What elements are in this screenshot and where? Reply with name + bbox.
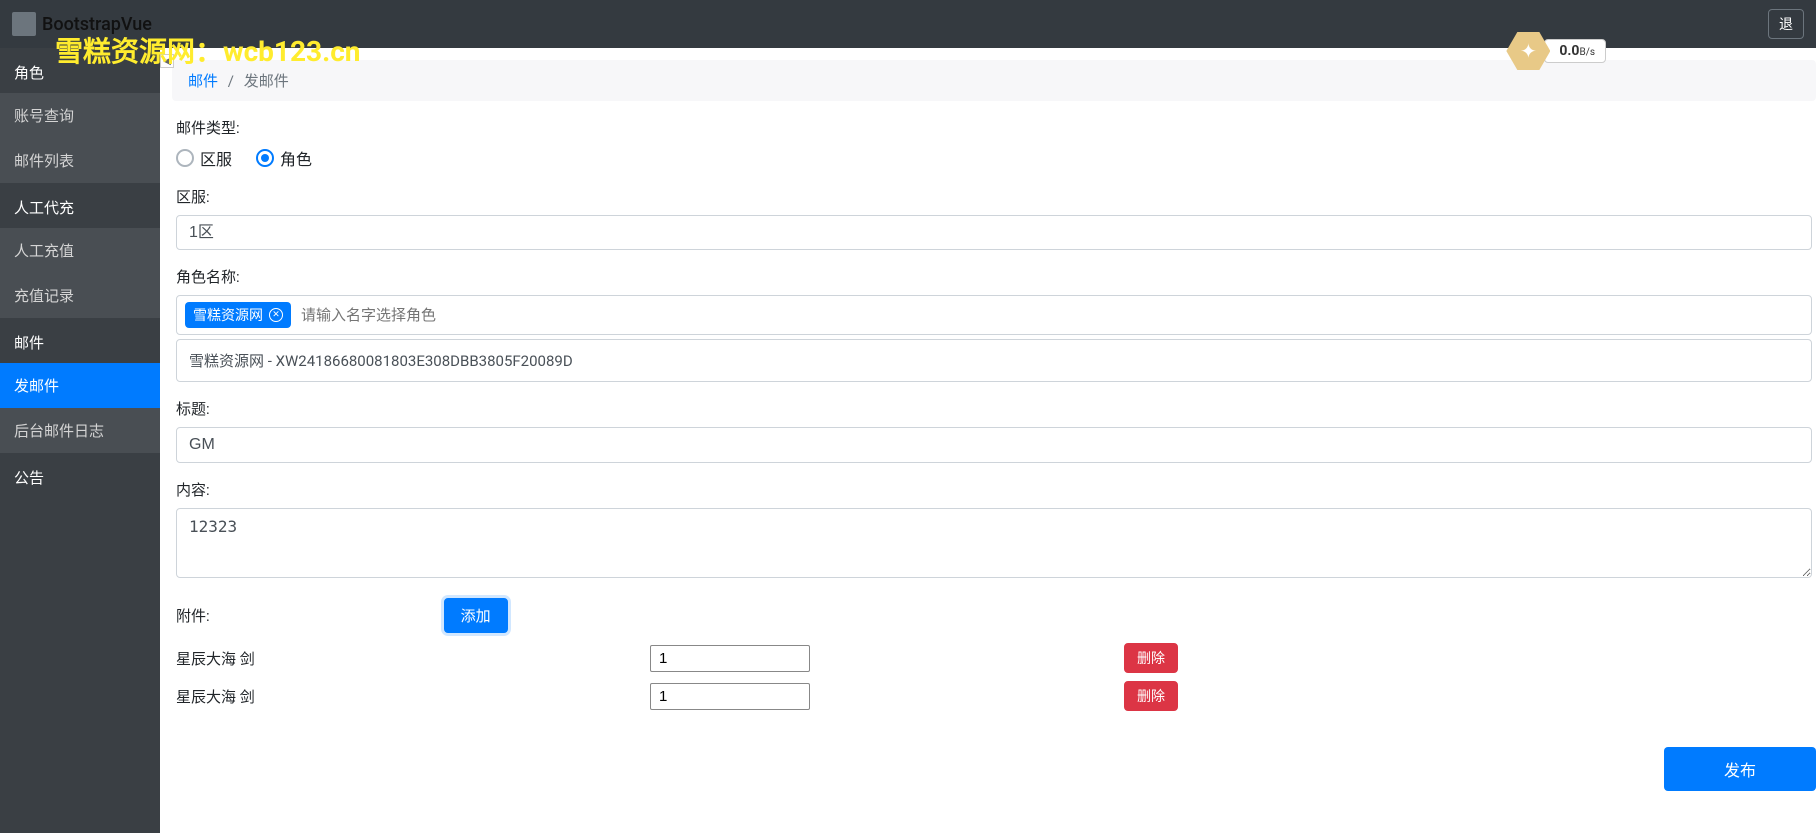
- network-speed-badge: ✦ 0.0B/s: [1506, 32, 1606, 70]
- sidebar-item-recharge-log[interactable]: 充值记录: [0, 273, 160, 318]
- bird-hexagon-icon: ✦: [1506, 32, 1550, 70]
- sidebar: 角色 账号查询 邮件列表 人工代充 人工充值 充值记录 邮件 发邮件 后台邮件日…: [0, 48, 160, 833]
- title-label: 标题:: [176, 398, 1812, 419]
- publish-button[interactable]: 发布: [1664, 747, 1816, 791]
- add-attachment-button[interactable]: 添加: [444, 598, 508, 633]
- speed-value-box: 0.0B/s: [1544, 39, 1606, 63]
- attachment-qty-input[interactable]: [650, 683, 810, 710]
- main-content: 邮件 / 发邮件 邮件类型: 区服 角色: [160, 48, 1816, 833]
- breadcrumb-separator: /: [228, 72, 234, 90]
- role-search-result[interactable]: 雪糕资源网 - XW24186680081803E308DBB3805F2008…: [176, 339, 1812, 382]
- logout-button[interactable]: 退: [1768, 9, 1804, 39]
- navbar-brand: BootstrapVue: [12, 12, 152, 36]
- radio-dot-icon: [261, 154, 269, 162]
- breadcrumb-current: 发邮件: [244, 72, 289, 90]
- sidebar-item-announce[interactable]: 公告: [0, 453, 160, 498]
- mail-type-radio-region[interactable]: 区服: [176, 146, 232, 170]
- speed-unit: B/s: [1579, 47, 1595, 58]
- sidebar-item-send-mail[interactable]: 发邮件: [0, 363, 160, 408]
- attachment-row: 星辰大海 剑 删除: [176, 643, 1812, 673]
- content-label: 内容:: [176, 479, 1812, 500]
- speed-value: 0.0: [1559, 43, 1579, 59]
- role-search-input[interactable]: [299, 305, 1803, 326]
- mail-type-radio-group: 区服 角色: [176, 146, 1812, 170]
- attachment-name: 星辰大海 剑: [176, 648, 646, 669]
- attachment-label: 附件:: [176, 605, 210, 626]
- content-textarea[interactable]: [176, 508, 1812, 578]
- sidebar-item-role[interactable]: 角色: [0, 48, 160, 93]
- attachment-name: 星辰大海 剑: [176, 686, 646, 707]
- bird-icon: ✦: [1520, 39, 1537, 63]
- sidebar-collapse-toggle[interactable]: ◀: [160, 54, 174, 68]
- radio-icon: [176, 149, 194, 167]
- mail-type-radio-role[interactable]: 角色: [256, 146, 312, 170]
- sidebar-item-mail-list[interactable]: 邮件列表: [0, 138, 160, 183]
- brand-title: BootstrapVue: [42, 14, 152, 35]
- breadcrumb-parent-link[interactable]: 邮件: [188, 72, 218, 90]
- role-tag-input[interactable]: 雪糕资源网 ✕: [176, 295, 1812, 335]
- radio-label: 区服: [200, 146, 232, 170]
- attachment-qty-input[interactable]: [650, 645, 810, 672]
- sidebar-item-manual-recharge[interactable]: 人工充值: [0, 228, 160, 273]
- sidebar-item-mail-log[interactable]: 后台邮件日志: [0, 408, 160, 453]
- delete-attachment-button[interactable]: 删除: [1124, 643, 1178, 673]
- radio-icon: [256, 149, 274, 167]
- role-tag-text: 雪糕资源网: [193, 305, 263, 325]
- sidebar-item-account-query[interactable]: 账号查询: [0, 93, 160, 138]
- tag-remove-icon[interactable]: ✕: [269, 308, 283, 322]
- sidebar-item-manual-topup[interactable]: 人工代充: [0, 183, 160, 228]
- region-select[interactable]: 1区: [176, 215, 1812, 250]
- region-label: 区服:: [176, 186, 1812, 207]
- sidebar-item-mail[interactable]: 邮件: [0, 318, 160, 363]
- title-input[interactable]: [176, 427, 1812, 463]
- attachment-row: 星辰大海 剑 删除: [176, 681, 1812, 711]
- mail-type-label: 邮件类型:: [176, 117, 1812, 138]
- role-tag: 雪糕资源网 ✕: [185, 302, 291, 328]
- brand-logo-icon: [12, 12, 36, 36]
- delete-attachment-button[interactable]: 删除: [1124, 681, 1178, 711]
- role-name-label: 角色名称:: [176, 266, 1812, 287]
- radio-label: 角色: [280, 146, 312, 170]
